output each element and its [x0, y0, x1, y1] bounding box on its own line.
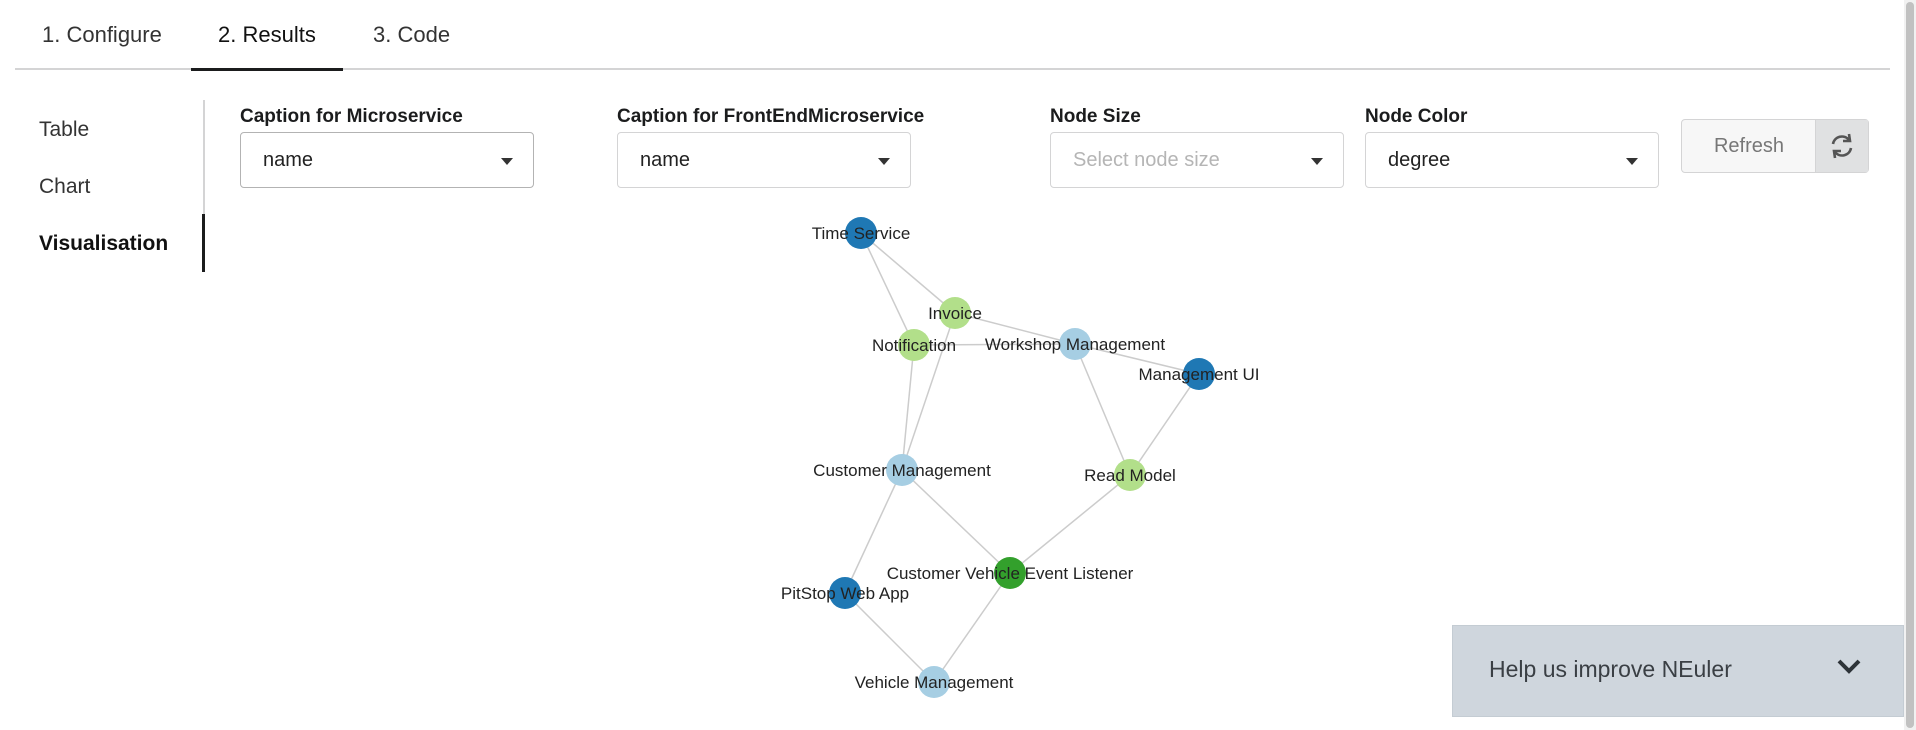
graph-edge-time-notification: [860, 232, 915, 346]
graph-node-label: Read Model: [1084, 466, 1176, 485]
graph-node-label: Vehicle Management: [855, 673, 1014, 692]
graph-node-label: Workshop Management: [985, 335, 1165, 354]
graph-node-invoice[interactable]: Invoice: [928, 297, 982, 329]
graph-edge-cvel-vehicle: [933, 572, 1011, 683]
graph-edge-readmodel-cvel: [1009, 474, 1131, 574]
graph-node-label: Invoice: [928, 304, 982, 323]
scrollbar-thumb[interactable]: [1906, 2, 1914, 728]
graph-node-workshop[interactable]: Workshop Management: [985, 328, 1165, 360]
graph-node-mgmtui[interactable]: Management UI: [1139, 358, 1260, 390]
vertical-scrollbar[interactable]: [1904, 0, 1916, 730]
graph-node-label: PitStop Web App: [781, 584, 909, 603]
chevron-down-icon[interactable]: [1835, 656, 1863, 683]
feedback-title: Help us improve NEuler: [1489, 656, 1732, 682]
graph-node-label: Customer Vehicle Event Listener: [887, 564, 1134, 583]
graph-edge-time-invoice: [860, 232, 956, 314]
graph-node-cvel[interactable]: Customer Vehicle Event Listener: [887, 557, 1134, 589]
graph-node-label: Management UI: [1139, 365, 1260, 384]
graph-node-customer[interactable]: Customer Management: [813, 454, 991, 486]
graph-node-label: Time Service: [812, 224, 911, 243]
graph-node-readmodel[interactable]: Read Model: [1084, 459, 1176, 491]
graph-node-notification[interactable]: Notification: [872, 329, 956, 361]
graph-node-label: Notification: [872, 336, 956, 355]
graph-nodes: Time Service Invoice Notification Workshop …: [781, 217, 1260, 698]
graph-node-label: Customer Management: [813, 461, 991, 480]
feedback-panel[interactable]: Help us improve NEuler: [1452, 625, 1904, 717]
graph-edge-pitstop-vehicle: [844, 592, 935, 683]
graph-edge-workshop-readmodel: [1074, 343, 1131, 476]
graph-edge-mgmtui-readmodel: [1129, 373, 1200, 476]
graph-node-vehicle[interactable]: Vehicle Management: [855, 666, 1014, 698]
graph-edge-customer-cvel: [901, 469, 1011, 574]
graph-visualisation[interactable]: Time Service Invoice Notification Workshop …: [0, 0, 1916, 730]
graph-node-time[interactable]: Time Service: [812, 217, 911, 249]
